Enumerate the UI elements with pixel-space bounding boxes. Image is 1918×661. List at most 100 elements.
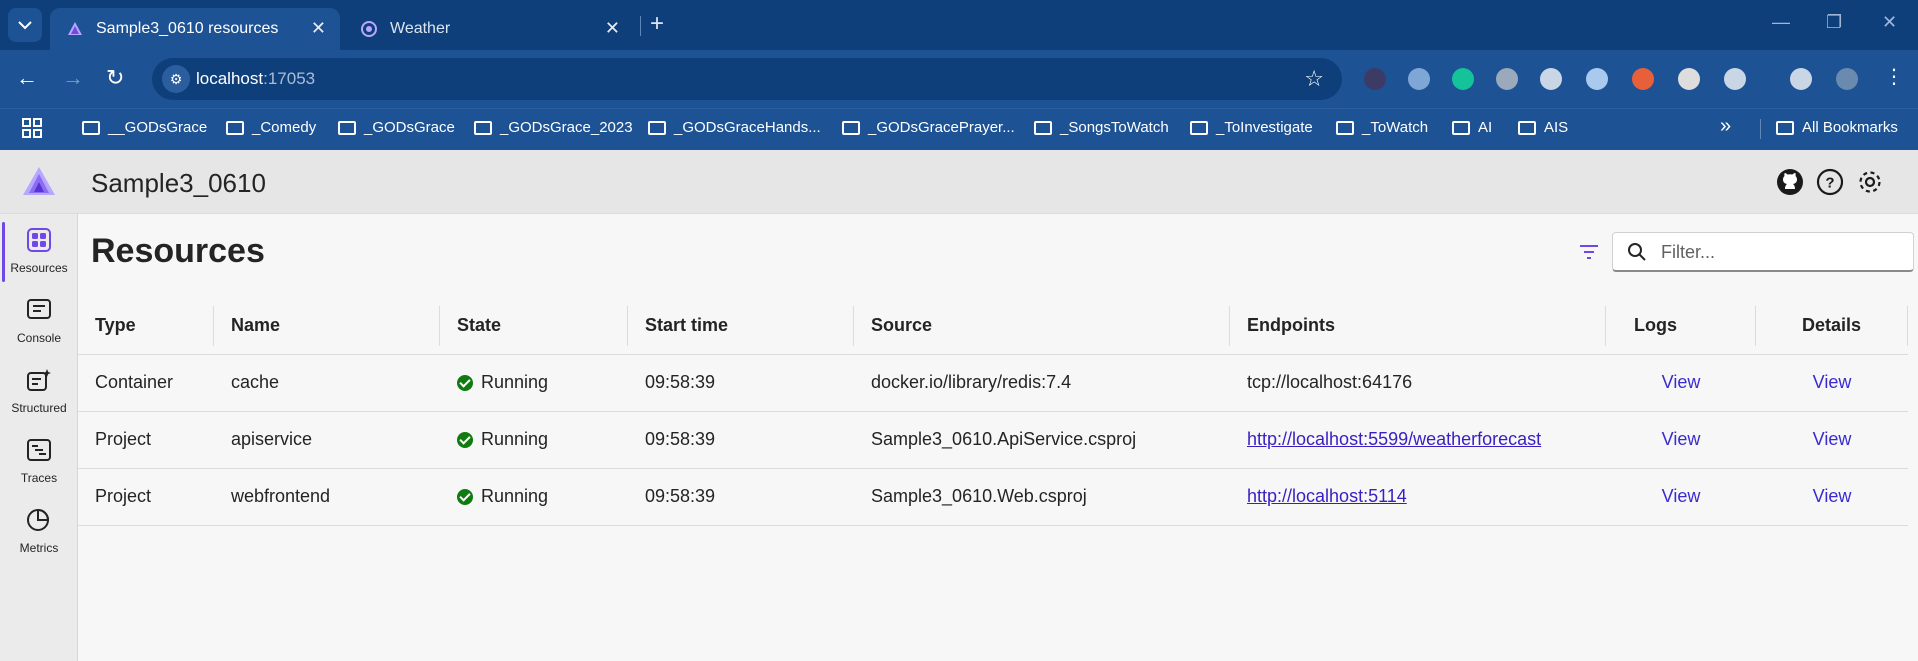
folder-icon [1452, 120, 1470, 135]
filter-icon[interactable] [1578, 242, 1600, 262]
bookmark-label: All Bookmarks [1802, 119, 1898, 136]
aspire-dashboard: Sample3_0610 ? Resources Console Structu… [0, 150, 1918, 661]
all-bookmarks-button[interactable]: All Bookmarks [1776, 119, 1898, 136]
bookmark-folder[interactable]: _SongsToWatch [1034, 119, 1169, 136]
cell-name: apiservice [214, 411, 440, 469]
column-label: Logs [1634, 315, 1677, 336]
column-header-name[interactable]: Name [214, 298, 440, 355]
settings-gear-icon[interactable] [1856, 168, 1884, 196]
nav-traces[interactable]: Traces [0, 426, 78, 492]
view-details-link[interactable]: View [1813, 372, 1852, 392]
bookmark-folder[interactable]: _GODsGraceHands... [648, 119, 821, 136]
extension-icon[interactable] [1408, 68, 1430, 90]
nav-console[interactable]: Console [0, 286, 78, 352]
view-details-link[interactable]: View [1813, 429, 1852, 449]
table-row: Container cache Running 09:58:39 docker.… [78, 354, 1908, 412]
cell-name: cache [214, 354, 440, 412]
site-info-icon[interactable]: ⚙ [162, 65, 190, 93]
apps-grid-icon[interactable] [22, 118, 42, 138]
vue-devtools-icon[interactable] [1496, 68, 1518, 90]
aspire-logo-icon[interactable] [22, 166, 56, 196]
url-port: :17053 [263, 69, 316, 88]
view-logs-link[interactable]: View [1662, 486, 1701, 506]
nav-resources[interactable]: Resources [0, 216, 78, 282]
column-header-state[interactable]: State [440, 298, 628, 355]
bookmark-folder[interactable]: _ToInvestigate [1190, 119, 1313, 136]
profile-avatar[interactable] [1836, 68, 1858, 90]
column-header-endpoints[interactable]: Endpoints [1230, 298, 1606, 355]
media-controls-icon[interactable] [1790, 68, 1812, 90]
nav-structured[interactable]: Structured [0, 356, 78, 422]
window-close-icon[interactable]: ✕ [1882, 12, 1897, 33]
github-icon[interactable] [1776, 168, 1804, 196]
column-label: Details [1802, 315, 1862, 336]
bookmark-folder[interactable]: _GODsGrace [338, 119, 455, 136]
column-header-start-time[interactable]: Start time [628, 298, 854, 355]
minimize-icon[interactable]: — [1772, 12, 1790, 33]
column-resize-handle[interactable] [1907, 306, 1908, 346]
column-header-logs[interactable]: Logs [1606, 298, 1756, 355]
folder-icon [648, 120, 666, 135]
endpoint-link[interactable]: http://localhost:5599/weatherforecast [1247, 429, 1541, 449]
tab-title: Weather [390, 20, 451, 37]
page-title: Resources [91, 232, 265, 270]
nav-label: Metrics [19, 541, 59, 555]
bookmark-folder[interactable]: _GODsGrace_2023 [474, 119, 633, 136]
folder-icon [1518, 120, 1536, 135]
bookmark-folder[interactable]: _ToWatch [1336, 119, 1428, 136]
bookmark-folder[interactable]: __GODsGrace [82, 119, 207, 136]
cell-logs: View [1606, 468, 1756, 526]
close-tab-icon[interactable]: ✕ [311, 18, 326, 39]
console-icon [27, 299, 51, 319]
tab-weather[interactable]: Weather ✕ [344, 8, 634, 50]
new-tab-button[interactable]: + [650, 10, 664, 38]
bookmark-label: _GODsGraceHands... [674, 119, 821, 136]
aspire-logo-icon [68, 22, 82, 35]
restore-icon[interactable]: ❐ [1826, 12, 1842, 33]
bookmark-folder[interactable]: _GODsGracePrayer... [842, 119, 1015, 136]
extension-icon[interactable] [1364, 68, 1386, 90]
grammarly-icon[interactable] [1452, 68, 1474, 90]
cell-name: webfrontend [214, 468, 440, 526]
react-devtools-icon[interactable] [1586, 68, 1608, 90]
tab-search-button[interactable] [8, 8, 42, 42]
bookmark-label: _GODsGrace_2023 [500, 119, 633, 136]
back-button[interactable]: ← [16, 66, 38, 90]
url-text[interactable]: localhost:17053 [196, 69, 315, 89]
bookmark-folder[interactable]: AIS [1518, 119, 1568, 136]
bookmark-star-icon[interactable]: ☆ [1304, 66, 1324, 92]
bookmarks-overflow-button[interactable]: » [1720, 115, 1731, 138]
cell-details: View [1756, 411, 1908, 469]
table-row: Project apiservice Running 09:58:39 Samp… [78, 411, 1908, 469]
bookmark-folder[interactable]: _Comedy [226, 119, 316, 136]
close-tab-icon[interactable]: ✕ [605, 18, 620, 39]
endpoint-link[interactable]: http://localhost:5114 [1247, 486, 1407, 506]
tab-sample3-resources[interactable]: Sample3_0610 resources ✕ [50, 8, 340, 50]
extension-icon[interactable] [1632, 68, 1654, 90]
cell-start-time: 09:58:39 [628, 354, 854, 412]
cell-source: Sample3_0610.Web.csproj [854, 468, 1230, 526]
help-icon[interactable]: ? [1816, 168, 1844, 196]
filter-field[interactable] [1612, 232, 1914, 272]
nav-label: Resources [10, 261, 68, 275]
table-row: Project webfrontend Running 09:58:39 Sam… [78, 468, 1908, 526]
nav-metrics[interactable]: Metrics [0, 496, 78, 562]
column-header-source[interactable]: Source [854, 298, 1230, 355]
view-logs-link[interactable]: View [1662, 372, 1701, 392]
view-details-link[interactable]: View [1813, 486, 1852, 506]
column-header-details[interactable]: Details [1756, 298, 1908, 355]
reload-button[interactable]: ↻ [106, 66, 124, 90]
cell-endpoint: http://localhost:5599/weatherforecast [1230, 411, 1606, 469]
more-menu-icon[interactable]: ⋮ [1884, 64, 1906, 88]
column-header-type[interactable]: Type [78, 298, 214, 355]
forward-button[interactable]: → [62, 66, 84, 90]
cell-type: Project [78, 411, 214, 469]
bookmark-folder[interactable]: AI [1452, 119, 1492, 136]
folder-icon [82, 120, 100, 135]
extensions-puzzle-icon[interactable] [1724, 68, 1746, 90]
address-bar[interactable]: ⚙ localhost:17053 ☆ [152, 58, 1342, 100]
view-logs-link[interactable]: View [1662, 429, 1701, 449]
angular-devtools-icon[interactable] [1678, 68, 1700, 90]
extension-icon[interactable] [1540, 68, 1562, 90]
filter-input[interactable] [1661, 239, 1901, 265]
